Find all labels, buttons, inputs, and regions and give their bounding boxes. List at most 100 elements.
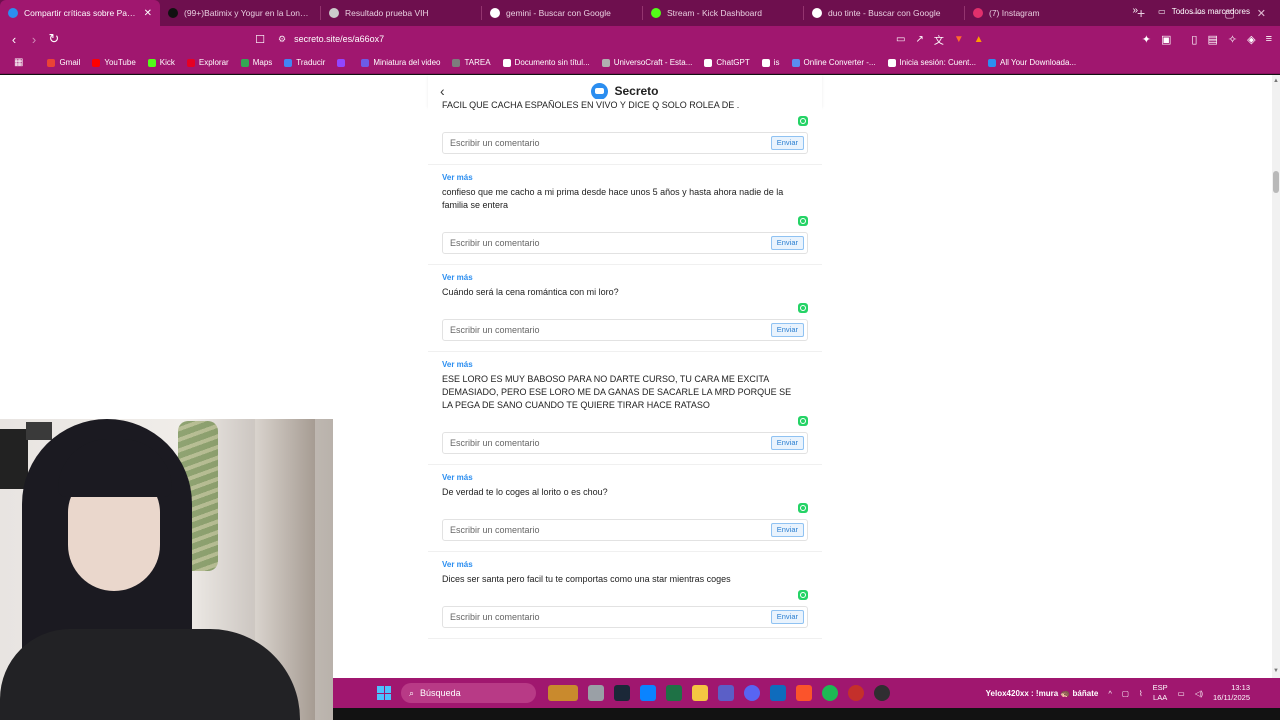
- bookmark-item[interactable]: Gmail: [41, 58, 86, 67]
- bookmark-item[interactable]: Kick: [142, 58, 181, 67]
- bookmark-item[interactable]: YouTube: [86, 58, 141, 67]
- new-tab-button[interactable]: +: [1137, 5, 1145, 21]
- bookmark-item[interactable]: is: [756, 58, 786, 67]
- send-comment-button[interactable]: Enviar: [770, 236, 804, 250]
- task-view-icon[interactable]: [588, 685, 604, 701]
- apps-grid-icon[interactable]: ▦: [8, 57, 29, 68]
- forward-icon[interactable]: ›: [24, 32, 44, 47]
- browser-tab[interactable]: Compartir críticas sobre Pausita ✕: [0, 0, 160, 26]
- menu-icon[interactable]: ≡: [1266, 33, 1272, 45]
- extensions-icon[interactable]: ✦: [1142, 33, 1151, 46]
- scrollbar-track[interactable]: [1272, 75, 1280, 678]
- secret-card: Ver más confieso que me cacho a mi prima …: [428, 165, 822, 265]
- screenshot-icon[interactable]: ▣: [1161, 33, 1171, 46]
- browser-tab[interactable]: duo tinte - Buscar con Google: [804, 0, 964, 26]
- wallet-icon[interactable]: ▤: [1207, 33, 1217, 46]
- bookmark-item[interactable]: Traducir: [278, 58, 331, 67]
- browser-tab[interactable]: (99+)Batimix y Yogur en la Lonchera: [160, 0, 320, 26]
- copilot-icon[interactable]: [640, 685, 656, 701]
- whatsapp-share-icon[interactable]: [798, 590, 808, 600]
- whatsapp-share-icon[interactable]: [798, 416, 808, 426]
- clock[interactable]: 13:13 16/11/2025: [1213, 683, 1250, 703]
- share-icon[interactable]: ↗: [915, 34, 923, 45]
- send-comment-button[interactable]: Enviar: [770, 436, 804, 450]
- bookmark-item[interactable]: Inicia sesión: Cuent...: [882, 58, 982, 67]
- see-more-link[interactable]: Ver más: [442, 273, 808, 282]
- taskbar-search[interactable]: ⌕ Búsqueda: [401, 683, 536, 703]
- bookmark-label: Miniatura del video: [373, 58, 441, 67]
- site-settings-icon[interactable]: ⚙: [278, 34, 286, 45]
- excel-icon[interactable]: [666, 685, 682, 701]
- browser-tab[interactable]: gemini - Buscar con Google: [482, 0, 642, 26]
- translate-icon[interactable]: 文: [934, 32, 944, 47]
- bookmark-item[interactable]: Miniatura del video: [355, 58, 446, 67]
- scrollbar[interactable]: ▲ ▼: [1250, 75, 1280, 678]
- browser-tab[interactable]: (7) Instagram: [965, 0, 1125, 26]
- bookmark-item[interactable]: UniversoCraft - Esta...: [596, 58, 699, 67]
- bookmark-item[interactable]: Maps: [235, 58, 279, 67]
- bookmark-item[interactable]: Online Converter -...: [786, 58, 882, 67]
- comment-input[interactable]: [450, 612, 771, 622]
- see-more-link[interactable]: Ver más: [442, 360, 808, 369]
- scrollbar-thumb[interactable]: [1273, 171, 1279, 193]
- all-bookmarks[interactable]: ▭ Todos los marcadores: [1158, 0, 1250, 22]
- reload-icon[interactable]: ↻: [44, 31, 64, 47]
- mic-icon[interactable]: ⌇: [1139, 689, 1143, 698]
- mail-icon[interactable]: [770, 685, 786, 701]
- language-indicator[interactable]: ESP LAA: [1153, 683, 1168, 703]
- windows-start-icon[interactable]: [377, 686, 391, 700]
- rewards-icon[interactable]: ▲: [974, 34, 984, 45]
- browser-tab[interactable]: Resultado prueba VIH: [321, 0, 481, 26]
- browser-tab[interactable]: Stream - Kick Dashboard: [643, 0, 803, 26]
- tray-chevron-icon[interactable]: ^: [1108, 689, 1112, 698]
- bookmark-item[interactable]: Explorar: [181, 58, 235, 67]
- bookmark-item[interactable]: Documento sin títul...: [497, 58, 596, 67]
- scroll-up-icon[interactable]: ▲: [1273, 78, 1279, 84]
- bookmark-item[interactable]: TAREA: [446, 58, 496, 67]
- back-arrow-icon[interactable]: ‹: [440, 83, 445, 99]
- bookmark-item[interactable]: All Your Downloada...: [982, 58, 1082, 67]
- whatsapp-share-icon[interactable]: [798, 116, 808, 126]
- cast-icon[interactable]: ▭: [896, 34, 905, 45]
- vpn-icon[interactable]: ◈: [1247, 33, 1255, 46]
- back-icon[interactable]: ‹: [4, 32, 24, 47]
- send-comment-button[interactable]: Enviar: [770, 323, 804, 337]
- sidebar-icon[interactable]: ▯: [1191, 33, 1197, 46]
- monitor-icon[interactable]: ▭: [1178, 689, 1185, 698]
- obs-icon[interactable]: [874, 685, 890, 701]
- leo-ai-icon[interactable]: ✧: [1228, 33, 1237, 46]
- send-comment-button[interactable]: Enviar: [770, 523, 804, 537]
- steam-icon[interactable]: [614, 685, 630, 701]
- comment-input[interactable]: [450, 138, 771, 148]
- recorder-icon[interactable]: [848, 685, 864, 701]
- secret-card: Ver más Cuándo será la cena romántica con…: [428, 265, 822, 352]
- widgets-icon[interactable]: [548, 685, 578, 701]
- scroll-down-icon[interactable]: ▼: [1273, 668, 1279, 674]
- discord-icon[interactable]: [744, 685, 760, 701]
- teams-icon[interactable]: [718, 685, 734, 701]
- whatsapp-share-icon[interactable]: [798, 503, 808, 513]
- whatsapp-share-icon[interactable]: [798, 216, 808, 226]
- see-more-link[interactable]: Ver más: [442, 473, 808, 482]
- whatsapp-share-icon[interactable]: [798, 303, 808, 313]
- close-window-icon[interactable]: ✕: [1257, 7, 1266, 20]
- see-more-link[interactable]: Ver más: [442, 173, 808, 182]
- comment-input[interactable]: [450, 325, 771, 335]
- send-comment-button[interactable]: Enviar: [770, 610, 804, 624]
- brave-icon[interactable]: [796, 685, 812, 701]
- send-comment-button[interactable]: Enviar: [770, 136, 804, 150]
- comment-input[interactable]: [450, 238, 771, 248]
- brave-shield-icon[interactable]: ▼: [954, 34, 964, 45]
- comment-input[interactable]: [450, 525, 771, 535]
- volume-icon[interactable]: ◁): [1195, 689, 1203, 698]
- file-explorer-icon[interactable]: [692, 685, 708, 701]
- comment-input[interactable]: [450, 438, 771, 448]
- bookmarks-more[interactable]: »: [1132, 0, 1138, 22]
- close-tab-icon[interactable]: ✕: [144, 8, 152, 19]
- spotify-icon[interactable]: [822, 685, 838, 701]
- bookmark-item[interactable]: [331, 58, 355, 67]
- network-icon[interactable]: ▢: [1122, 689, 1129, 698]
- url-field[interactable]: ⚙ secreto.site/es/a66ox7: [248, 29, 978, 49]
- see-more-link[interactable]: Ver más: [442, 560, 808, 569]
- bookmark-item[interactable]: ChatGPT: [698, 58, 755, 67]
